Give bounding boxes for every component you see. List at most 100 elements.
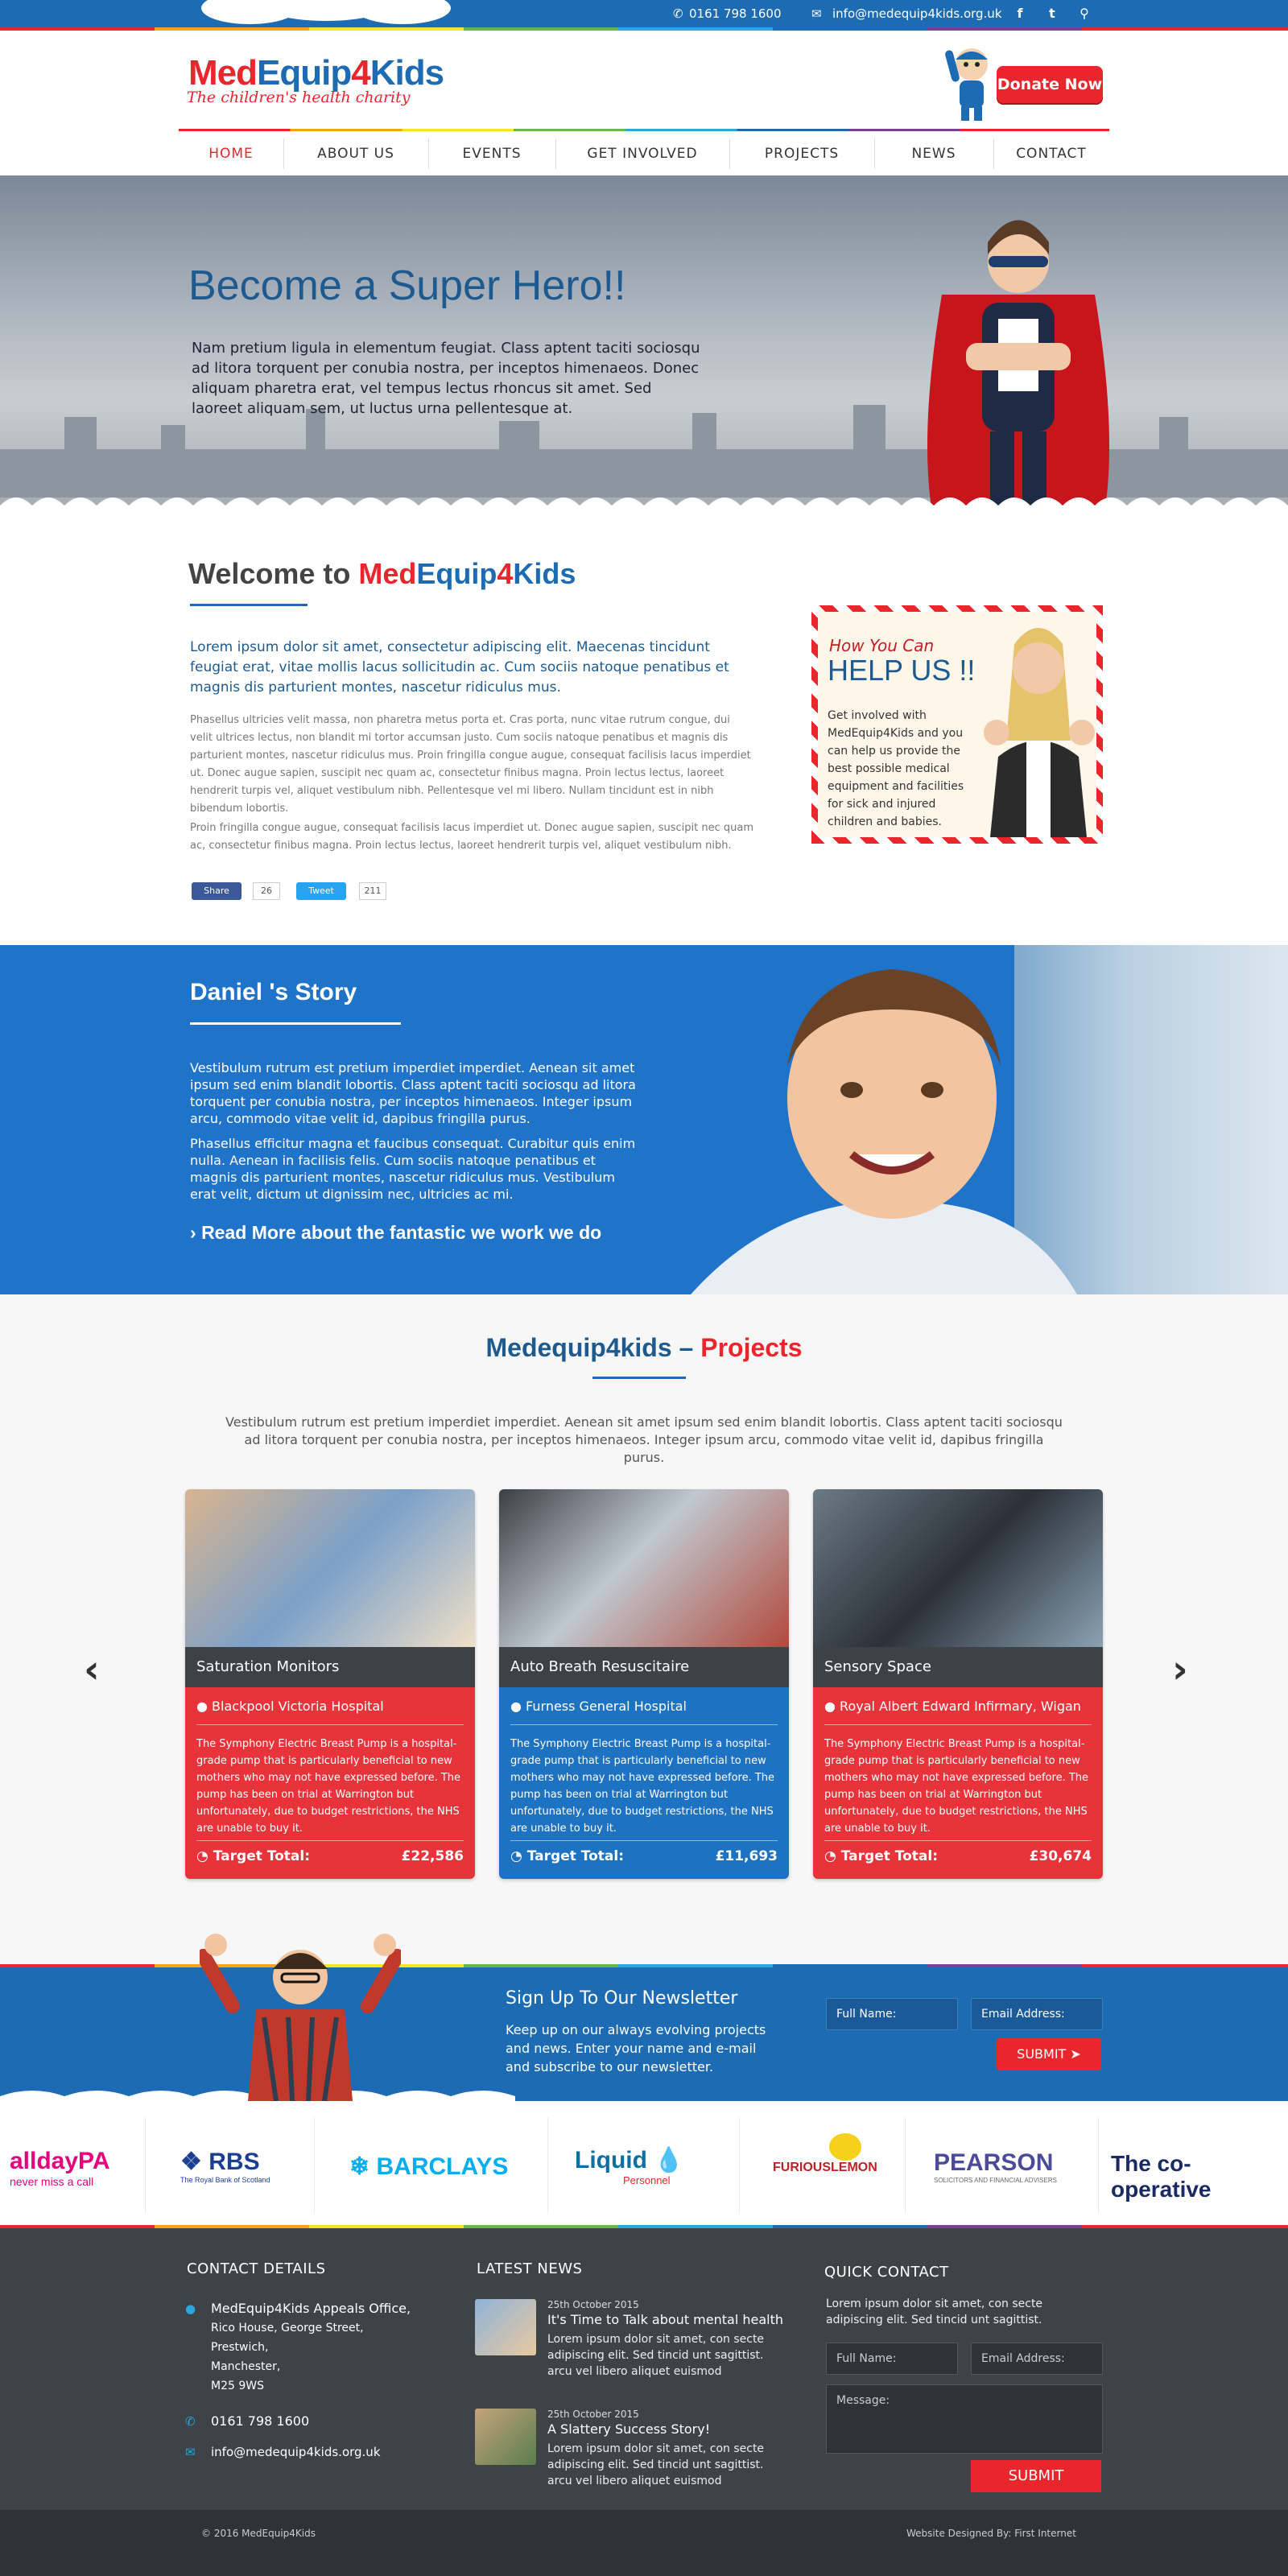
news-date: 25th October 2015 [547, 2409, 639, 2420]
project-location-label: Furness General Hospital [526, 1699, 687, 1714]
help-text: Get involved with MedEquip4Kids and you … [828, 709, 964, 828]
partner-pearson[interactable]: PEARSON SOLICITORS AND FINANCIAL ADVISERS [934, 2149, 1057, 2184]
help-title: HELP US !! [828, 654, 976, 687]
nav-contact[interactable]: CONTACT [993, 142, 1109, 166]
nav-events[interactable]: EVENTS [428, 142, 555, 166]
nav-get-involved[interactable]: GET INVOLVED [555, 142, 729, 166]
read-more-label: Read More about the fantastic we work we… [201, 1222, 602, 1243]
location-pin-icon: ● [824, 1699, 840, 1714]
top-bar: ✆ 0161 798 1600 ✉ info@medequip4kids.org… [0, 0, 1288, 27]
nav-about[interactable]: ABOUT US [283, 142, 428, 166]
read-more-link[interactable]: › Read More about the fantastic we work … [190, 1222, 601, 1244]
logo-4: 4 [351, 53, 371, 93]
twitter-icon[interactable]: t [1043, 5, 1061, 23]
tweet-count: 211 [359, 882, 386, 900]
partner-coop[interactable]: The co-operative [1111, 2151, 1288, 2202]
project-target: ◔ Target Total: [510, 1848, 624, 1864]
logo-med: Med [188, 53, 258, 93]
news-thumbnail[interactable] [475, 2409, 536, 2465]
nav-projects[interactable]: PROJECTS [729, 142, 874, 166]
divider [314, 2117, 315, 2214]
project-location-label: Blackpool Victoria Hospital [212, 1699, 384, 1714]
divider [1098, 2117, 1099, 2214]
carousel-prev-icon[interactable]: ‹ [84, 1647, 100, 1692]
facebook-icon[interactable]: f [1011, 5, 1029, 23]
partner-rbs[interactable]: ❖ RBS The Royal Bank of Scotland [180, 2148, 270, 2184]
barclays-logo-text: BARCLAYS [376, 2153, 509, 2180]
footer-email[interactable]: info@medequip4kids.org.uk [211, 2442, 381, 2462]
news-thumbnail[interactable] [475, 2299, 536, 2355]
project-image [813, 1489, 1103, 1647]
newsletter-title: Sign Up To Our Newsletter [506, 1988, 738, 2008]
superhero-girl-image [927, 220, 1109, 522]
facebook-share-button[interactable]: Share [192, 882, 242, 900]
quick-email-input[interactable]: Email Address: [971, 2343, 1103, 2375]
footer-contact-title: CONTACT DETAILS [187, 2260, 326, 2277]
project-location: ● Blackpool Victoria Hospital [196, 1699, 384, 1714]
welcome-title-equip: Equip [416, 557, 497, 590]
donate-button[interactable]: Donate Now [997, 66, 1103, 103]
welcome-paragraph-2: Proin fringilla congue augue, consequat … [190, 822, 753, 852]
project-location: ● Furness General Hospital [510, 1699, 687, 1714]
designed-by[interactable]: Website Designed By: First Internet [906, 2528, 1076, 2539]
daniel-paragraph-2: Phasellus efficitur magna et faucibus co… [190, 1136, 636, 1202]
top-phone[interactable]: 0161 798 1600 [689, 6, 782, 21]
allday-logo-text: alldayPA [10, 2148, 110, 2174]
quick-name-input[interactable]: Full Name: [826, 2343, 958, 2375]
logo-kids: Kids [369, 53, 444, 93]
top-email[interactable]: info@medequip4kids.org.uk [832, 6, 1002, 21]
divider [196, 1724, 464, 1725]
newsletter-email-input[interactable]: Email Address: [971, 1998, 1103, 2030]
eagle-icon: ❄ [349, 2153, 377, 2180]
footer-phone[interactable]: 0161 798 1600 [211, 2412, 309, 2431]
divider [905, 2117, 906, 2214]
newsletter-text: Keep up on our always evolving projects … [506, 2022, 766, 2074]
logo-equip: Equip [257, 53, 352, 93]
newsletter-name-input[interactable]: Full Name: [826, 1998, 958, 2030]
news-title[interactable]: A Slattery Success Story! [547, 2420, 710, 2439]
partner-liquid[interactable]: Liquid 💧 Personnel [575, 2146, 684, 2186]
news-title[interactable]: It's Time to Talk about mental health [547, 2310, 783, 2330]
project-body: ● Furness General Hospital The Symphony … [499, 1687, 789, 1879]
nav-home[interactable]: HOME [179, 142, 283, 166]
divider [510, 1724, 778, 1725]
nav-news[interactable]: NEWS [874, 142, 993, 166]
search-icon[interactable]: ⚲ [1075, 5, 1093, 23]
newsletter-submit-button[interactable]: SUBMIT ➤ [997, 2038, 1101, 2070]
cloud-edge [0, 497, 1288, 522]
quick-submit-button[interactable]: SUBMIT [971, 2460, 1101, 2492]
quick-message-textarea[interactable]: Message: [826, 2384, 1103, 2454]
allday-sub: never miss a call [10, 2175, 94, 2188]
project-location: ● Royal Albert Edward Infirmary, Wigan [824, 1699, 1081, 1714]
partner-furiouslemon[interactable]: FURIOUSLEMON [773, 2133, 877, 2175]
partner-allday[interactable]: alldayPA never miss a call [10, 2148, 110, 2188]
gauge-icon: ◔ [510, 1848, 527, 1864]
address-line-1: MedEquip4Kids Appeals Office, [211, 2301, 411, 2316]
news-date: 25th October 2015 [547, 2299, 639, 2310]
project-target-label: Target Total: [526, 1848, 625, 1864]
project-amount: £22,586 [401, 1848, 464, 1864]
tweet-button[interactable]: Tweet [296, 882, 346, 900]
water-drop-icon: 💧 [646, 2147, 684, 2174]
newsletter-kid-image [200, 1934, 401, 2101]
footer-quick-title: QUICK CONTACT [824, 2264, 949, 2281]
project-card[interactable]: Auto Breath Resuscitaire ● Furness Gener… [499, 1489, 789, 1879]
project-target: ◔ Target Total: [196, 1848, 310, 1864]
project-target-label: Target Total: [213, 1848, 311, 1864]
project-card[interactable]: Saturation Monitors ● Blackpool Victoria… [185, 1489, 475, 1879]
daniel-title: Daniel 's Story [190, 979, 357, 1005]
partner-barclays[interactable]: ❄ BARCLAYS [349, 2153, 508, 2181]
welcome-title-kids: Kids [513, 557, 576, 590]
address-line-2: Rico House, George Street, [211, 2322, 364, 2334]
carousel-next-icon[interactable]: › [1172, 1647, 1188, 1692]
logo[interactable]: MedEquip4Kids [188, 53, 444, 93]
project-amount: £11,693 [715, 1848, 778, 1864]
chevron-right-icon: › [190, 1222, 202, 1243]
quick-contact-text: Lorem ipsum dolor sit amet, con secte ad… [826, 2297, 1043, 2326]
daniel-boy-image [691, 969, 1077, 1294]
project-card[interactable]: Sensory Space ● Royal Albert Edward Infi… [813, 1489, 1103, 1879]
welcome-title: Welcome to MedEquip4Kids [188, 557, 576, 591]
welcome-title-med: Med [358, 557, 417, 590]
logo-tagline: The children's health charity [187, 89, 411, 106]
welcome-paragraph-1: Phasellus ultricies velit massa, non pha… [190, 714, 751, 815]
